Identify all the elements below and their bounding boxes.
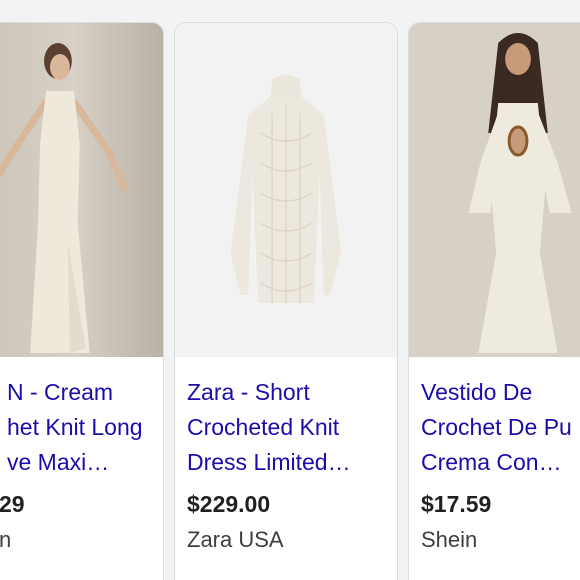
product-image[interactable] (175, 23, 397, 357)
product-price: $229.00 (187, 491, 271, 517)
product-price: 29 (0, 491, 25, 517)
product-card[interactable]: Zara - Short Crocheted Knit Dress Limite… (174, 22, 398, 580)
product-card[interactable]: N - Cream het Knit Long ve Maxi… 29 n (0, 22, 164, 580)
product-image[interactable] (409, 23, 580, 357)
product-title[interactable]: N - Cream het Knit Long ve Maxi… (7, 375, 163, 480)
product-title[interactable]: Zara - Short Crocheted Knit Dress Limite… (187, 375, 387, 480)
product-seller: Shein (421, 527, 478, 552)
shopping-results-carousel: N - Cream het Knit Long ve Maxi… 29 n Za… (0, 0, 580, 580)
product-card[interactable]: Vestido De Crochet De Pu Crema Con… $17.… (408, 22, 580, 580)
product-price: $17.59 (421, 491, 492, 517)
product-seller: Zara USA (187, 527, 284, 552)
product-title[interactable]: Vestido De Crochet De Pu Crema Con… (421, 375, 580, 480)
product-seller: n (0, 527, 12, 552)
product-image[interactable] (0, 23, 163, 357)
